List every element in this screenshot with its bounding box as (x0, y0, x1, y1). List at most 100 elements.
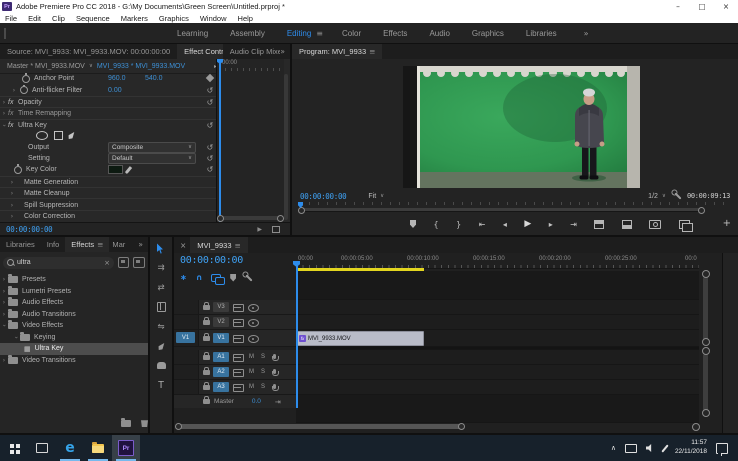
mini-timeline-scrollbar[interactable] (217, 215, 284, 222)
twirl-icon[interactable]: › (0, 99, 8, 106)
tree-item-lumetri-presets[interactable]: › Lumetri Presets (0, 285, 148, 298)
lift-button[interactable] (594, 219, 605, 229)
step-forward-button[interactable]: ▸ (549, 220, 553, 229)
track-header-a3[interactable]: A3 M S (174, 380, 296, 395)
track-header-v1[interactable]: V1 V1 (174, 330, 296, 347)
panel-overflow-icon[interactable]: » (138, 240, 148, 249)
reset-icon[interactable]: ↺ (204, 98, 216, 107)
lock-icon[interactable] (203, 301, 210, 310)
slip-tool[interactable]: ⇋ (153, 321, 169, 332)
lock-icon[interactable] (203, 351, 210, 360)
reset-icon[interactable]: ↺ (204, 86, 216, 95)
track-output-icon[interactable] (233, 304, 244, 312)
eye-icon[interactable] (248, 304, 259, 312)
menu-clip[interactable]: Clip (52, 14, 65, 23)
go-to-in-button[interactable]: ⇤ (479, 220, 486, 229)
workspace-tab-assembly[interactable]: Assembly (219, 29, 276, 38)
close-button[interactable]: × (714, 2, 738, 11)
mini-playhead[interactable] (219, 59, 221, 222)
minimize-button[interactable]: – (666, 2, 690, 11)
menu-edit[interactable]: Edit (28, 14, 41, 23)
clip-selector-chevron-icon[interactable]: ∨ (89, 63, 93, 69)
track-header-v2[interactable]: V2 (174, 315, 296, 330)
tree-item-video-transitions[interactable]: › Video Transitions (0, 354, 148, 367)
export-frame-small-icon[interactable] (272, 226, 280, 233)
razor-tool[interactable] (156, 302, 166, 312)
twirl-open-icon[interactable]: › (1, 121, 8, 129)
tab-program[interactable]: Program: MVI_9933 ≡ (292, 44, 383, 59)
tree-item-keying[interactable]: › Keying (0, 331, 148, 344)
hand-tool[interactable] (156, 362, 166, 369)
comparison-view-button[interactable] (678, 219, 694, 232)
linked-selection-icon[interactable] (211, 273, 226, 285)
anti-flicker-value[interactable]: 0.00 (108, 87, 122, 94)
effects-search-box[interactable]: × (3, 256, 114, 269)
lane-a2[interactable] (296, 365, 699, 380)
scrubber-track[interactable] (298, 207, 705, 214)
menu-help[interactable]: Help (238, 14, 253, 23)
add-marker-icon[interactable] (410, 220, 416, 228)
sequence-clip-label[interactable]: MVI_9933 * MVI_9933.MOV (97, 63, 185, 70)
voiceover-mic-icon[interactable] (271, 354, 279, 361)
key-color-swatch[interactable] (108, 165, 123, 175)
filter-accelerated-effects-button[interactable] (117, 257, 130, 268)
lane-v3[interactable] (296, 300, 699, 315)
master-clip-label[interactable]: Master * MVI_9933.MOV (7, 63, 85, 70)
selection-tool[interactable] (156, 243, 163, 254)
fit-dropdown[interactable]: Fit ∨ (368, 193, 384, 200)
voiceover-mic-icon[interactable] (271, 369, 279, 376)
reset-icon[interactable]: ↺ (204, 121, 216, 130)
lock-icon[interactable] (203, 366, 210, 375)
anchor-point-y-value[interactable]: 540.0 (145, 75, 163, 82)
track-header-master[interactable]: Master 0.0 ⇥ (174, 395, 296, 408)
track-output-icon[interactable] (233, 319, 244, 327)
lane-v2[interactable] (296, 315, 699, 330)
program-scrubber[interactable] (298, 202, 732, 214)
stopwatch-icon[interactable] (22, 73, 30, 83)
stopwatch-icon[interactable] (14, 164, 22, 174)
track-output-icon[interactable] (233, 384, 244, 392)
tab-audio-clip-mixer[interactable]: Audio Clip Mixer: MVI_9 (223, 44, 281, 59)
menu-markers[interactable]: Markers (121, 14, 148, 23)
workspace-menu-icon[interactable]: ≡ (316, 29, 331, 38)
mute-button[interactable]: M (249, 369, 254, 375)
pen-settings-icon[interactable] (661, 443, 669, 453)
tab-markers[interactable]: Mar (109, 237, 128, 252)
start-button[interactable] (0, 435, 28, 461)
panel-menu-icon[interactable]: ≡ (369, 47, 375, 56)
tree-item-ultra-key[interactable]: ▦ Ultra Key (0, 343, 148, 355)
master-meter-icon[interactable]: ⇥ (275, 398, 281, 406)
play-audio-only-icon[interactable]: ▶ (257, 226, 262, 233)
track-header-a1[interactable]: A1 M S (174, 350, 296, 365)
panel-overflow-icon[interactable]: » (280, 47, 290, 56)
network-icon[interactable] (624, 443, 637, 453)
export-frame-button[interactable] (649, 219, 662, 229)
reset-icon[interactable]: ↺ (204, 143, 216, 152)
reset-icon[interactable]: ↺ (204, 165, 216, 174)
action-center-icon[interactable] (716, 442, 728, 456)
settings-wrench-icon[interactable] (674, 192, 682, 200)
workspace-grip[interactable] (4, 27, 6, 39)
snap-magnet-icon[interactable]: ∩ (196, 273, 203, 282)
delete-custom-item-button[interactable] (141, 420, 148, 427)
rectangle-mask-icon[interactable] (54, 131, 63, 141)
twirl-icon[interactable]: › (0, 110, 8, 117)
track-v3-badge[interactable]: V3 (213, 302, 229, 312)
maximize-button[interactable]: □ (690, 2, 714, 11)
track-v1-badge[interactable]: V1 (213, 333, 229, 343)
track-header-v3[interactable]: V3 (174, 300, 296, 315)
extract-button[interactable] (621, 219, 632, 229)
workspace-overflow-icon[interactable]: » (584, 29, 589, 38)
tree-item-audio-transitions[interactable]: › Audio Transitions (0, 308, 148, 321)
taskbar-edge[interactable]: e (56, 435, 84, 461)
track-output-icon[interactable] (233, 369, 244, 377)
mark-in-button[interactable]: { (433, 220, 438, 229)
effect-controls-mini-timeline[interactable]: 00:00 (216, 59, 284, 222)
nest-sequence-icon[interactable]: ∗ (180, 273, 187, 282)
twirl-icon[interactable]: › (8, 213, 16, 220)
source-patch-v1[interactable]: V1 (176, 332, 195, 343)
add-marker-icon[interactable] (230, 273, 237, 282)
workspace-tab-color[interactable]: Color (331, 29, 372, 38)
stopwatch-icon[interactable] (20, 84, 28, 95)
tab-libraries[interactable]: Libraries (0, 237, 41, 252)
